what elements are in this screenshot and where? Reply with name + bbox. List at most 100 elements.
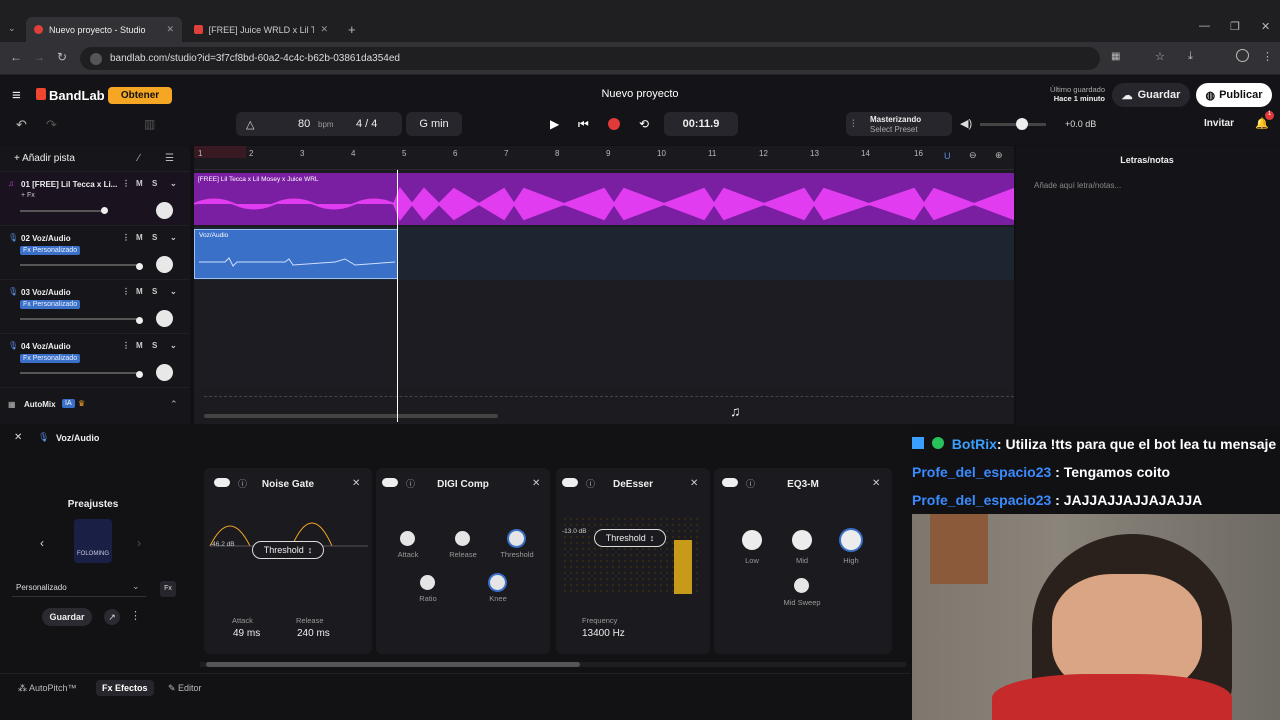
knee-knob[interactable] bbox=[490, 575, 505, 590]
preset-select[interactable]: Personalizado ⌄ bbox=[12, 579, 146, 597]
record-icon[interactable] bbox=[608, 118, 620, 130]
add-music-icon[interactable]: ♫ bbox=[730, 403, 741, 419]
chevron-down-icon[interactable]: ⌄ bbox=[170, 179, 177, 188]
pan-knob[interactable] bbox=[156, 364, 173, 381]
timeline-ruler[interactable]: 1 2 3 4 5 6 7 8 9 10 11 12 13 14 16 U ⊖ … bbox=[194, 146, 1014, 170]
track-01[interactable]: ♫ 01 [FREE] Lil Tecca x Li... + Fx ⋮ M S ⌄ bbox=[0, 172, 190, 226]
zoom-out-icon[interactable]: ⊖ bbox=[969, 150, 977, 161]
close-window-icon[interactable]: ✕ bbox=[1261, 20, 1270, 33]
reload-icon[interactable]: ↻ bbox=[57, 50, 67, 64]
new-tab-icon[interactable]: + bbox=[348, 22, 356, 37]
extensions-icon[interactable]: ▦ bbox=[1111, 51, 1120, 62]
fx-preset-badge[interactable]: Fx Personalizado bbox=[20, 354, 81, 363]
play-icon[interactable]: ▶ bbox=[550, 117, 559, 131]
settings-sliders-icon[interactable]: ☰ bbox=[165, 153, 174, 164]
mute-button[interactable]: M bbox=[136, 179, 143, 188]
track-03[interactable]: 🎙 03 Voz/Audio Fx Personalizado ⋮ M S ⌄ bbox=[0, 280, 190, 334]
url-field[interactable]: bandlab.com/studio?id=3f7cf8bd-60a2-4c4c… bbox=[80, 47, 1100, 70]
eq-mid-knob[interactable] bbox=[792, 530, 812, 550]
download-icon[interactable]: ⤓ bbox=[1188, 50, 1193, 63]
prev-preset-icon[interactable]: ‹ bbox=[40, 536, 44, 550]
tab-close-icon[interactable]: ✕ bbox=[320, 24, 328, 35]
solo-button[interactable]: S bbox=[152, 341, 157, 350]
release-knob[interactable] bbox=[455, 531, 470, 546]
clip-instrumental[interactable]: [FREE] Lil Tecca x Lil Mosey x Juice WRL bbox=[194, 173, 1014, 225]
pan-knob[interactable] bbox=[156, 310, 173, 327]
tab-editor[interactable]: ✎ Editor bbox=[168, 683, 202, 694]
attack-value[interactable]: 49 ms bbox=[233, 628, 260, 639]
volume-handle[interactable] bbox=[136, 317, 143, 324]
pan-knob[interactable] bbox=[156, 256, 173, 273]
fx-scrollbar-track[interactable] bbox=[200, 662, 906, 667]
track-volume-slider[interactable] bbox=[20, 318, 140, 320]
chevron-down-icon[interactable]: ⌄ bbox=[170, 341, 177, 350]
add-track-button[interactable]: + Añadir pista bbox=[14, 153, 75, 164]
wand-icon[interactable]: ⁄ bbox=[138, 153, 140, 164]
playhead[interactable] bbox=[397, 170, 398, 422]
bpm-value[interactable]: 80 bbox=[298, 118, 310, 130]
add-fx-button[interactable]: + Fx bbox=[21, 192, 35, 199]
minimize-icon[interactable]: — bbox=[1199, 20, 1210, 32]
publish-button[interactable]: ◍ Publicar bbox=[1196, 83, 1272, 107]
gate-mode-select[interactable]: Threshold ↕ bbox=[252, 541, 324, 559]
fx-toggle-icon[interactable]: Fx bbox=[160, 581, 176, 597]
deesser-band[interactable] bbox=[674, 540, 692, 594]
frequency-value[interactable]: 13400 Hz bbox=[582, 628, 625, 639]
eq-high-knob[interactable] bbox=[841, 530, 861, 550]
undo-icon[interactable]: ↶ bbox=[16, 117, 27, 133]
next-preset-icon[interactable]: › bbox=[137, 536, 141, 550]
solo-button[interactable]: S bbox=[152, 287, 157, 296]
lyrics-textarea[interactable]: Añade aquí letra/notas... bbox=[1034, 181, 1121, 190]
chevron-down-icon[interactable]: ⌄ bbox=[170, 233, 177, 242]
volume-handle[interactable] bbox=[136, 263, 143, 270]
tab-list-icon[interactable]: ⌄ bbox=[8, 23, 16, 34]
bookmark-star-icon[interactable]: ☆ bbox=[1155, 50, 1165, 63]
ratio-knob[interactable] bbox=[420, 575, 435, 590]
tab-close-icon[interactable]: ✕ bbox=[166, 24, 174, 35]
pan-knob[interactable] bbox=[156, 202, 173, 219]
metronome-icon[interactable]: △ bbox=[246, 118, 254, 131]
solo-button[interactable]: S bbox=[152, 233, 157, 242]
attack-knob[interactable] bbox=[400, 531, 415, 546]
skip-back-icon[interactable]: ⏮ bbox=[578, 117, 589, 132]
key-selector[interactable]: G min bbox=[406, 112, 462, 136]
clip-voice[interactable]: Voz/Audio bbox=[194, 229, 398, 279]
profile-icon[interactable] bbox=[1236, 49, 1249, 62]
track-volume-slider[interactable] bbox=[20, 264, 140, 266]
track-02[interactable]: 🎙 02 Voz/Audio Fx Personalizado ⋮ M S ⌄ bbox=[0, 226, 190, 280]
close-icon[interactable]: ✕ bbox=[352, 478, 360, 489]
timeline-area[interactable]: 1 2 3 4 5 6 7 8 9 10 11 12 13 14 16 U ⊖ … bbox=[194, 146, 1014, 424]
invite-button[interactable]: Invitar bbox=[1204, 118, 1234, 129]
hamburger-menu-icon[interactable]: ≡ bbox=[12, 87, 21, 104]
site-info-icon[interactable] bbox=[90, 52, 102, 65]
mute-button[interactable]: M bbox=[136, 341, 143, 350]
time-signature[interactable]: 4 / 4 bbox=[356, 118, 377, 130]
maximize-icon[interactable]: ❐ bbox=[1230, 20, 1240, 33]
mastering-button[interactable]: ⫶ Masterizando Select Preset bbox=[846, 112, 952, 136]
mixer-icon[interactable]: ▥ bbox=[144, 117, 155, 131]
fx-preset-badge[interactable]: Fx Personalizado bbox=[20, 246, 81, 255]
close-icon[interactable]: ✕ bbox=[872, 478, 880, 489]
forward-icon[interactable]: → bbox=[33, 50, 45, 64]
mute-button[interactable]: M bbox=[136, 287, 143, 296]
save-preset-button[interactable]: Guardar bbox=[42, 608, 92, 626]
track-04[interactable]: 🎙 04 Voz/Audio Fx Personalizado ⋮ M S ⌄ bbox=[0, 334, 190, 388]
horizontal-scrollbar[interactable] bbox=[204, 414, 498, 418]
volume-handle[interactable] bbox=[101, 207, 108, 214]
share-icon[interactable]: ↗ bbox=[104, 609, 120, 625]
mute-button[interactable]: M bbox=[136, 233, 143, 242]
fx-scrollbar-thumb[interactable] bbox=[206, 662, 580, 667]
preset-thumbnail[interactable]: FOLOMING bbox=[74, 519, 112, 563]
close-icon[interactable]: ✕ bbox=[532, 478, 540, 489]
chevron-up-icon[interactable]: ⌃ bbox=[170, 399, 178, 410]
deesser-mode-select[interactable]: Threshold ↕ bbox=[594, 529, 666, 547]
eq-low-knob[interactable] bbox=[742, 530, 762, 550]
chevron-down-icon[interactable]: ⌄ bbox=[170, 287, 177, 296]
save-button[interactable]: ☁ Guardar bbox=[1112, 83, 1190, 107]
loop-icon[interactable]: ⟲ bbox=[639, 117, 649, 131]
speaker-icon[interactable]: ◀) bbox=[960, 117, 972, 130]
back-icon[interactable]: ← bbox=[10, 50, 22, 64]
volume-handle[interactable] bbox=[136, 371, 143, 378]
threshold-knob[interactable] bbox=[509, 531, 524, 546]
tab-effects[interactable]: Fx Efectos bbox=[96, 680, 154, 696]
